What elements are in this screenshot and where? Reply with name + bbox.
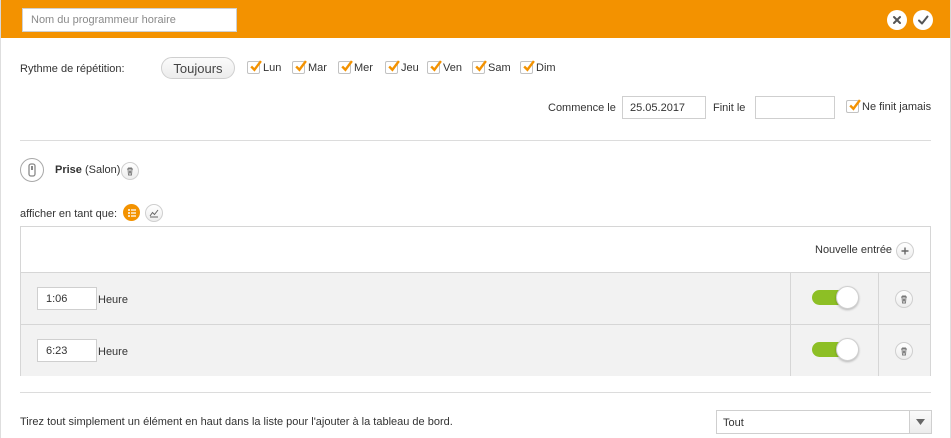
check-icon [388,60,400,72]
check-icon [250,60,262,72]
column-divider [790,273,791,324]
filter-select[interactable]: Tout [716,410,932,434]
chart-icon [149,209,159,218]
day-checkbox-sam[interactable]: Sam [472,60,511,74]
day-label: Mer [354,61,373,74]
day-label: Dim [536,61,556,74]
delete-entry-button[interactable] [895,342,913,360]
day-label: Ven [443,61,462,74]
checkbox[interactable] [338,60,353,74]
start-date-label: Commence le [548,102,616,114]
column-divider [790,325,791,376]
header-bar [0,0,951,38]
time-input[interactable] [37,339,97,362]
column-divider [878,325,879,376]
trash-icon [127,167,133,176]
time-unit: Heure [98,346,128,358]
check-icon [918,15,929,25]
enable-toggle[interactable] [812,286,860,309]
repeat-label: Rythme de répétition: [20,63,125,75]
display-as-label: afficher en tant que: [20,208,118,220]
list-icon [127,208,136,217]
checkbox[interactable] [472,60,487,74]
never-ends-checkbox[interactable]: Ne finit jamais [846,99,932,113]
table-row: Heure [21,324,930,376]
trash-icon [901,295,907,304]
day-checkbox-mar[interactable]: Mar [292,60,327,74]
check-icon [475,60,487,72]
divider [20,392,931,393]
column-divider [878,273,879,324]
check-icon [341,60,353,72]
end-date-label: Finit le [713,102,746,114]
enable-toggle[interactable] [812,338,860,361]
new-entry-label: Nouvelle entrée [815,244,893,256]
table-row: Heure [21,272,930,324]
end-date-input[interactable] [755,96,835,119]
entries-table: Nouvelle entrée Heure Heure [20,226,931,376]
toggle-knob [836,286,859,309]
confirm-button[interactable] [913,10,933,30]
day-label: Sam [488,61,511,74]
checkbox[interactable] [427,60,442,74]
day-checkbox-ven[interactable]: Ven [427,60,462,74]
check-icon [523,60,535,72]
day-checkbox-dim[interactable]: Dim [520,60,556,74]
chevron-down-icon [909,411,931,433]
checkbox[interactable] [292,60,307,74]
day-checkbox-lun[interactable]: Lun [247,60,282,74]
toggle-knob [836,338,859,361]
day-label: Jeu [401,61,419,74]
start-date-input[interactable] [622,96,706,119]
device-title: Prise (Salon) [55,164,120,176]
checkbox[interactable] [520,60,535,74]
checkbox[interactable] [247,60,262,74]
never-ends-label: Ne finit jamais [862,100,932,113]
trash-icon [901,347,907,356]
check-icon [849,99,861,111]
schedule-name-input[interactable] [22,8,237,32]
add-entry-button[interactable] [896,242,914,260]
day-checkbox-jeu[interactable]: Jeu [385,60,419,74]
always-button[interactable]: Toujours [161,57,235,79]
filter-value: Tout [723,417,744,429]
delete-entry-button[interactable] [895,290,913,308]
plus-icon [901,247,909,255]
time-input[interactable] [37,287,97,310]
list-view-button[interactable] [123,204,140,221]
device-name: Prise [55,164,82,176]
day-label: Lun [263,61,282,74]
day-label: Mar [308,61,327,74]
divider [20,140,931,141]
drag-hint: Tirez tout simplement un élément en haut… [20,416,453,428]
checkbox[interactable] [385,60,400,74]
chart-view-button[interactable] [145,204,163,222]
time-unit: Heure [98,294,128,306]
close-icon [893,16,901,24]
day-checkbox-mer[interactable]: Mer [338,60,373,74]
close-button[interactable] [887,10,907,30]
check-icon [295,60,307,72]
check-icon [430,60,442,72]
plug-icon [20,158,44,182]
checkbox[interactable] [846,99,861,113]
delete-device-button[interactable] [121,162,139,180]
device-room: (Salon) [84,164,121,176]
